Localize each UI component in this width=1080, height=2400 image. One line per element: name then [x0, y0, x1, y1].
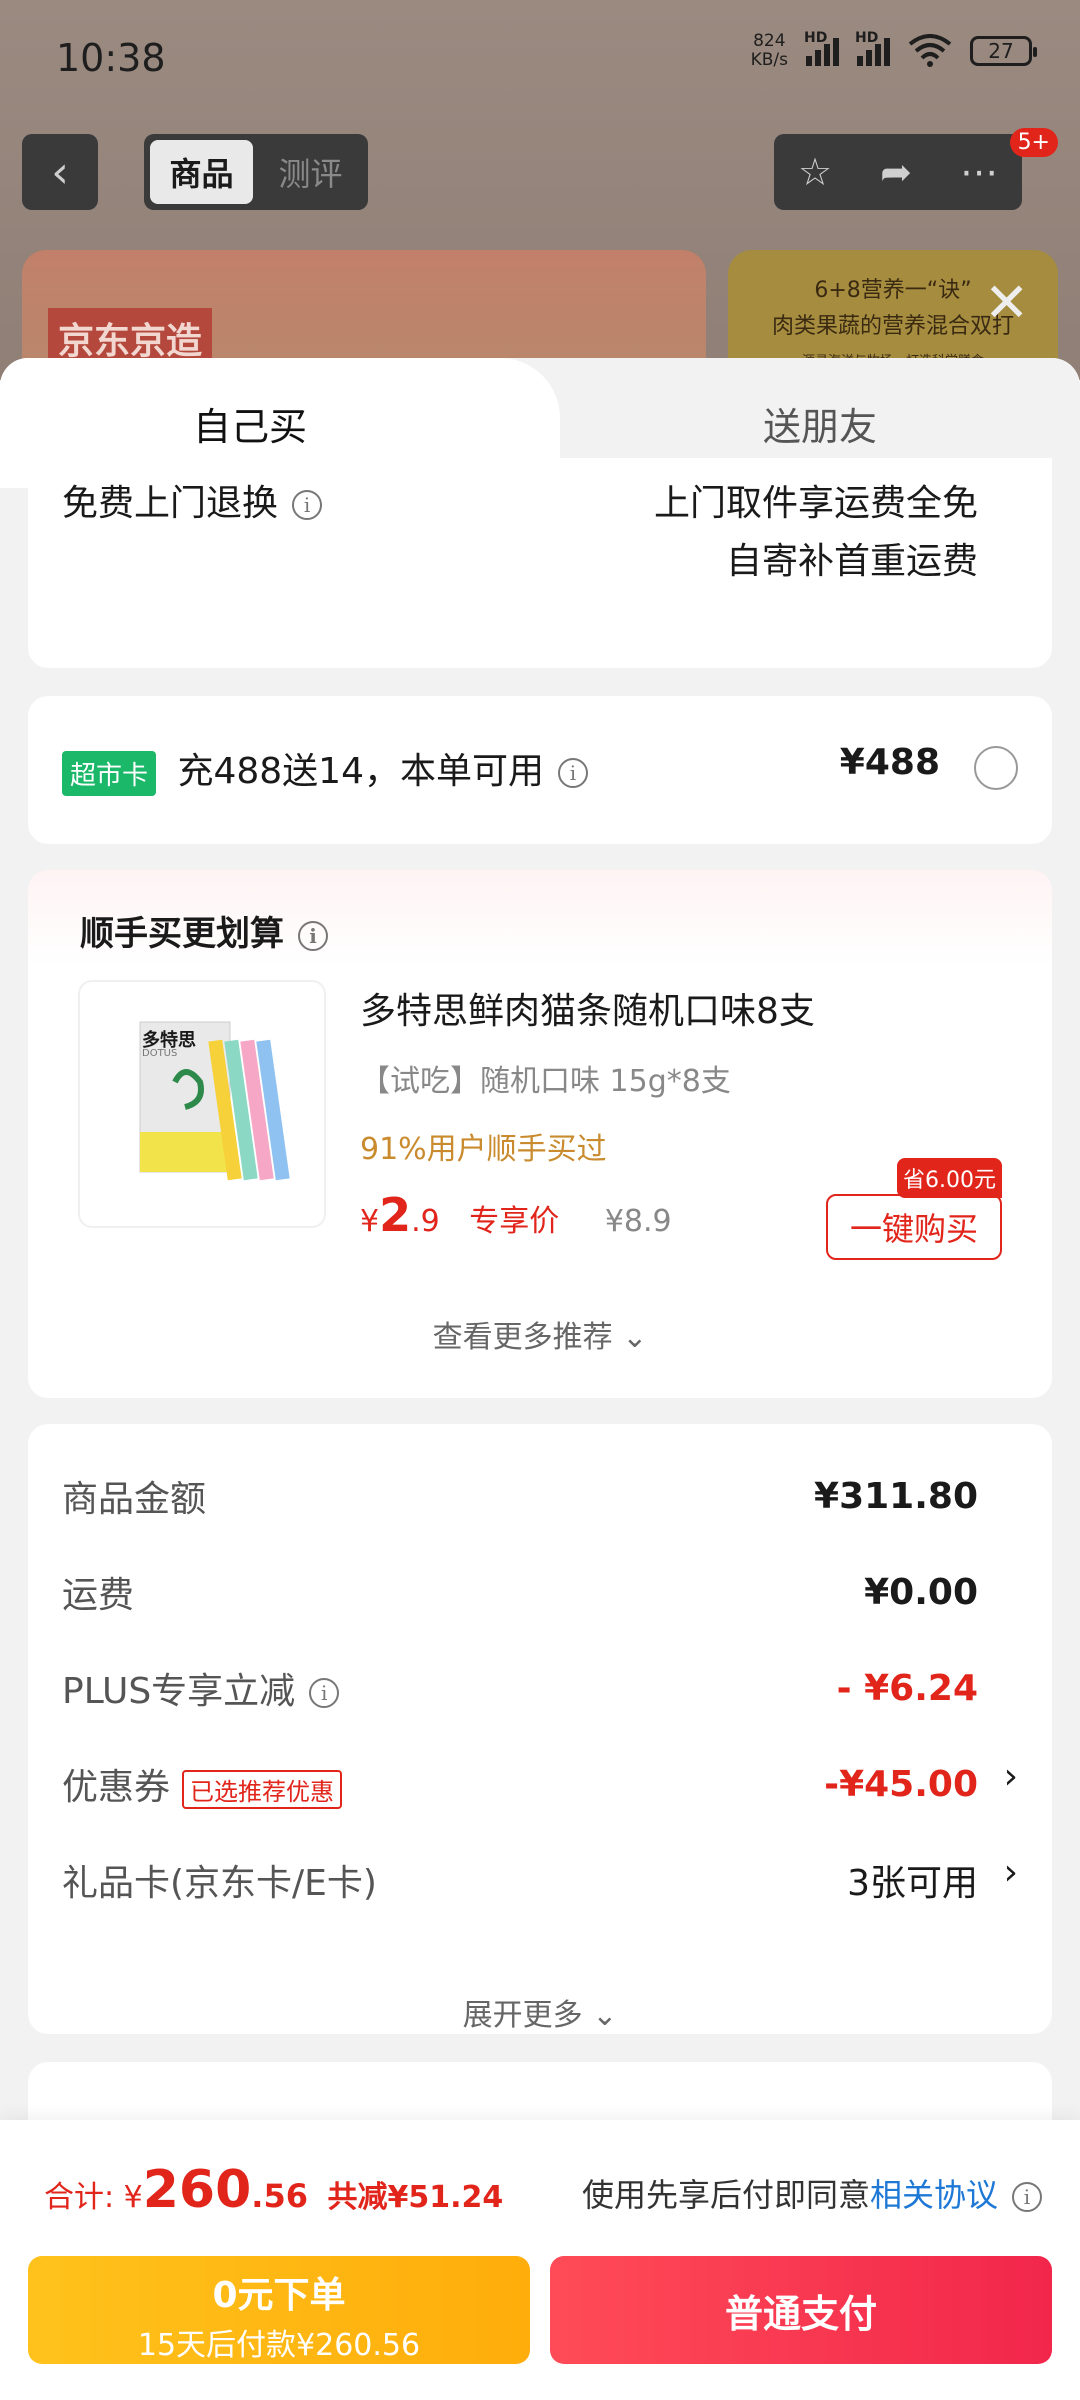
more-recommendations-link[interactable]: 查看更多推荐 ⌄	[28, 1312, 1052, 1356]
exclusive-label: 专享价	[469, 1204, 560, 1239]
agreement-text: 使用先享后付即同意相关协议 i	[582, 2170, 1042, 2216]
total-discount: 共减¥51.24	[327, 2180, 504, 2215]
chevron-down-icon: ⌄	[582, 1998, 618, 2033]
fee-row-plus: PLUS专享立减 i - ¥6.24	[62, 1667, 978, 1713]
tab-review[interactable]: 测评	[259, 140, 362, 204]
fee-row-shipping: 运费 ¥0.00	[62, 1571, 978, 1617]
star-icon[interactable]: ☆	[798, 150, 832, 194]
close-icon[interactable]: ✕	[984, 276, 1029, 330]
fee-row-goods: 商品金额 ¥311.80	[62, 1475, 978, 1521]
info-icon[interactable]: i	[309, 1678, 340, 1708]
return-line-1: 上门取件享运费全免	[653, 483, 978, 524]
supermarket-price: ¥488	[839, 742, 940, 783]
one-click-buy-button[interactable]: 一键购买	[826, 1194, 1002, 1260]
network-speed: 824 KB/s	[750, 31, 788, 70]
supermarket-tag: 超市卡	[62, 750, 157, 796]
signal-icon: HD	[804, 30, 839, 66]
info-icon[interactable]: i	[298, 920, 328, 951]
info-icon[interactable]: i	[1012, 2182, 1042, 2212]
supermarket-card-label: 超市卡 充488送14，本单可用 i	[62, 742, 588, 796]
expand-more-link[interactable]: 展开更多 ⌄	[28, 1990, 1052, 2034]
addon-title: 顺手买更划算 i	[80, 906, 328, 955]
battery-icon: 27	[970, 36, 1037, 66]
info-icon[interactable]: i	[558, 758, 588, 788]
clock: 10:38	[56, 36, 166, 80]
return-section: 免费上门退换 i 上门取件享运费全免 自寄补首重运费	[28, 458, 1052, 668]
checkout-bar: 合计: ¥260.56 共减¥51.24 使用先享后付即同意相关协议 i 0元下单…	[0, 2120, 1080, 2400]
addon-bought-rate: 91%用户顺手买过	[360, 1132, 607, 1167]
addon-price: ¥2.9 专享价 ¥8.9	[360, 1188, 672, 1242]
notification-badge: 5+	[1009, 128, 1058, 157]
info-icon[interactable]: i	[292, 490, 323, 520]
fee-row-giftcard[interactable]: 礼品卡(京东卡/E卡) 3张可用	[62, 1850, 978, 1910]
share-icon[interactable]: ➦	[880, 150, 912, 194]
fee-breakdown: 商品金额 ¥311.80 运费 ¥0.00 PLUS专享立减 i - ¥6.24 …	[28, 1424, 1052, 2034]
product-top-bar: ‹ 商品 测评 ☆ ➦ ⋯ 5+	[22, 128, 1058, 212]
addon-section: 顺手买更划算 i 多特思 DOTUS 多特思鲜肉猫条随机口味8支 【试吃】随机口味…	[28, 870, 1052, 1398]
original-price: ¥8.9	[604, 1204, 672, 1239]
coupon-tag: 已选推荐优惠	[182, 1769, 343, 1809]
chevron-down-icon: ⌄	[612, 1320, 648, 1355]
cat-treat-image	[139, 1021, 290, 1181]
tab-product[interactable]: 商品	[150, 140, 253, 204]
chevron-right-icon[interactable]: ›	[1004, 1852, 1018, 1893]
header-actions: ☆ ➦ ⋯	[774, 134, 1022, 210]
purchase-sheet: 自己买 送朋友 免费上门退换 i 上门取件享运费全免 自寄补首重运费 超市卡 充4…	[0, 358, 1080, 2400]
more-icon[interactable]: ⋯	[960, 150, 998, 194]
return-label: 免费上门退换 i	[62, 474, 323, 526]
addon-product-name[interactable]: 多特思鲜肉猫条随机口味8支	[360, 982, 815, 1034]
return-line-2: 自寄补首重运费	[725, 541, 978, 582]
normal-pay-button[interactable]: 普通支付	[550, 2256, 1052, 2364]
signal-icon-2: HD	[855, 30, 890, 66]
product-tabs: 商品 测评	[144, 134, 368, 210]
chevron-right-icon[interactable]: ›	[1004, 1756, 1018, 1797]
status-icons: 824 KB/s HD HD 27	[750, 30, 1037, 70]
status-bar: 10:38 824 KB/s HD HD 27	[0, 0, 1080, 120]
chevron-left-icon: ‹	[51, 146, 69, 198]
total-amount: 合计: ¥260.56 共减¥51.24	[44, 2160, 504, 2220]
save-badge: 省6.00元	[897, 1158, 1002, 1198]
supermarket-card-row[interactable]: 超市卡 充488送14，本单可用 i ¥488	[28, 696, 1052, 844]
wifi-icon	[908, 34, 952, 67]
back-button[interactable]: ‹	[22, 134, 98, 210]
supermarket-radio[interactable]	[974, 746, 1018, 790]
pay-later-button[interactable]: 0元下单 15天后付款¥260.56	[28, 2256, 530, 2364]
addon-product-spec: 【试吃】随机口味 15g*8支	[360, 1064, 731, 1099]
agreement-link[interactable]: 相关协议	[870, 2176, 998, 2214]
product-image[interactable]: 多特思 DOTUS	[78, 980, 326, 1228]
fee-row-coupon[interactable]: 优惠券 已选推荐优惠 -¥45.00	[62, 1754, 978, 1814]
